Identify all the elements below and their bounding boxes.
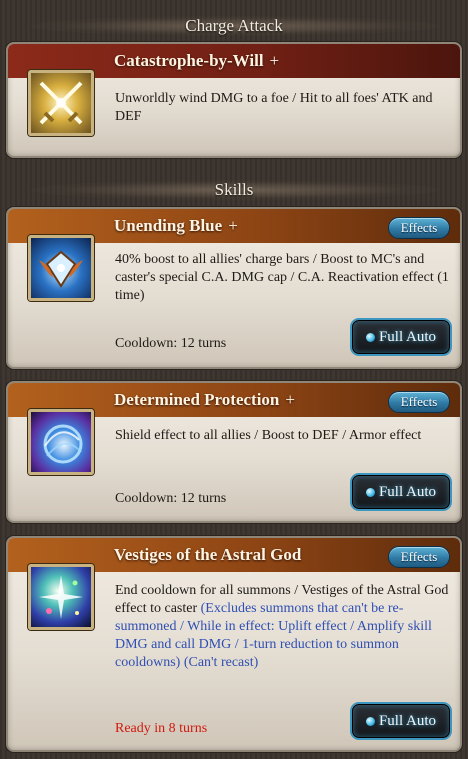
full-auto-button[interactable]: Full Auto	[352, 704, 450, 738]
charge-attack-plus: +	[269, 51, 280, 70]
skill-cooldown: Cooldown: 12 turns	[115, 491, 227, 506]
skill-card: Unending Blue + Effects 40% boost to all…	[6, 207, 462, 369]
full-auto-label: Full Auto	[378, 712, 437, 729]
skills-header: Skills	[0, 177, 468, 203]
full-auto-label: Full Auto	[378, 483, 437, 500]
full-auto-label: Full Auto	[378, 328, 437, 345]
skill-description: End cooldown for all summons / Vestiges …	[115, 582, 450, 672]
skill-card: Determined Protection + Effects Shield e…	[6, 381, 462, 523]
skill-ready-status: Ready in 8 turns	[115, 721, 208, 736]
charge-attack-header-label: Charge Attack	[185, 16, 283, 35]
charge-attack-card: Catastrophe-by-Will + Unworldly wind DMG…	[6, 42, 462, 158]
full-auto-button[interactable]: Full Auto	[352, 475, 450, 509]
full-auto-dot-icon	[365, 332, 375, 342]
skill-card: Vestiges of the Astral God Effects End c…	[6, 536, 462, 752]
skill-plus: +	[285, 390, 295, 409]
skill-description-text: 40% boost to all allies' charge bars / B…	[115, 252, 449, 303]
full-auto-dot-icon	[365, 716, 375, 726]
crossed-swords-icon	[28, 70, 94, 136]
skill-name: Unending Blue	[114, 216, 223, 235]
astral-sparkle-icon	[28, 564, 94, 630]
effects-button[interactable]: Effects	[388, 217, 450, 239]
skill-name: Vestiges of the Astral God	[114, 545, 302, 564]
full-auto-dot-icon	[365, 487, 375, 497]
blue-shield-orb-icon	[28, 409, 94, 475]
charge-attack-header: Charge Attack	[0, 13, 468, 39]
effects-button[interactable]: Effects	[388, 546, 450, 568]
charge-attack-description: Unworldly wind DMG to a foe / Hit to all…	[115, 91, 433, 124]
skill-description-text: Shield effect to all allies / Boost to D…	[115, 428, 422, 443]
skill-description: Shield effect to all allies / Boost to D…	[115, 427, 450, 445]
full-auto-button[interactable]: Full Auto	[352, 320, 450, 354]
skill-plus: +	[228, 216, 238, 235]
charge-attack-name: Catastrophe-by-Will	[114, 51, 264, 70]
effects-button[interactable]: Effects	[388, 391, 450, 413]
skill-description: 40% boost to all allies' charge bars / B…	[115, 251, 450, 305]
skill-cooldown: Cooldown: 12 turns	[115, 336, 227, 351]
blue-crest-icon	[28, 235, 94, 301]
skill-name: Determined Protection	[114, 390, 280, 409]
skills-header-label: Skills	[214, 180, 254, 199]
